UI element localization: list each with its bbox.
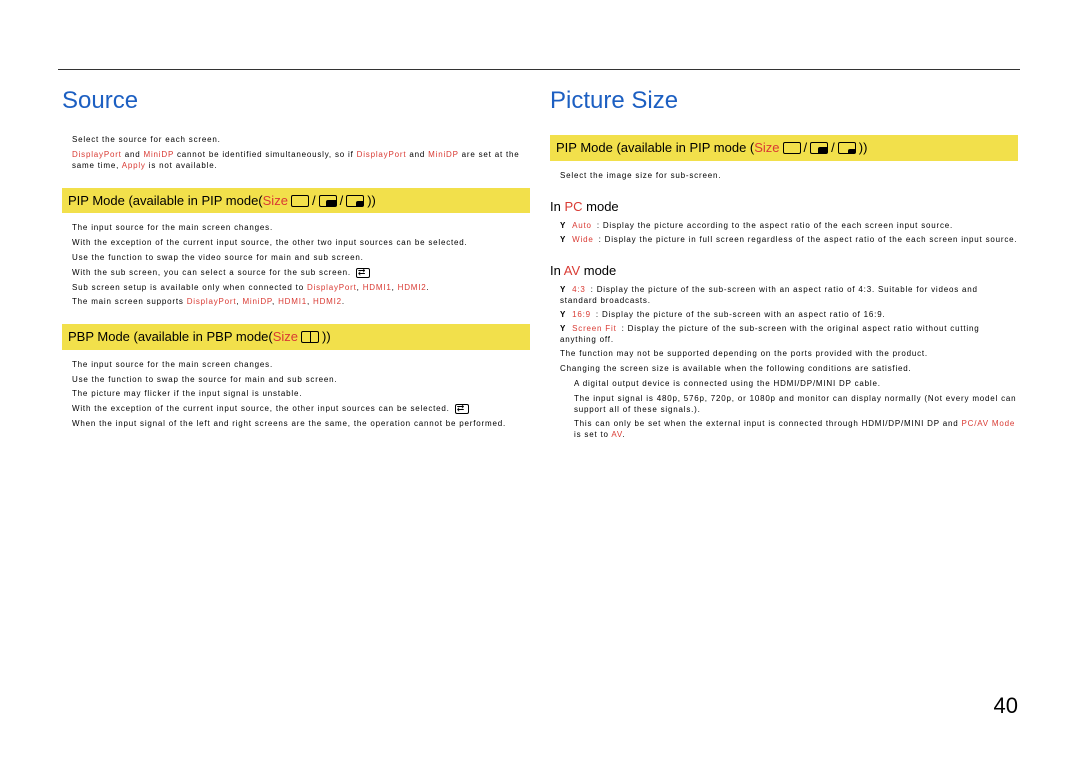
hl-displayport: DisplayPort bbox=[72, 150, 122, 159]
size-small-icon bbox=[838, 142, 856, 154]
av-mode-list: 4:3: Display the picture of the sub-scre… bbox=[560, 285, 1018, 345]
pip-note-3: Use the function to swap the video sourc… bbox=[72, 253, 530, 264]
av-note-4: The input signal is 480p, 576p, 720p, or… bbox=[574, 394, 1018, 416]
size-large-icon bbox=[291, 195, 309, 207]
pip-size-heading: PIP Mode (available in PIP mode ( Size /… bbox=[550, 135, 1018, 161]
pbp-mode-heading: PBP Mode (available in PBP mode( Size )) bbox=[62, 324, 530, 350]
pc-mode-list: Auto: Display the picture according to t… bbox=[560, 221, 1018, 246]
pbp-note-4: With the exception of the current input … bbox=[72, 404, 530, 415]
size-medium-icon bbox=[810, 142, 828, 154]
right-column: Picture Size PIP Mode (available in PIP … bbox=[550, 55, 1018, 445]
hl-displayport-2: DisplayPort bbox=[357, 150, 407, 159]
list-item: Wide: Display the picture in full screen… bbox=[560, 235, 1018, 246]
page-number: 40 bbox=[994, 691, 1018, 721]
pip-note-6: The main screen supports DisplayPort, Mi… bbox=[72, 297, 530, 308]
hl-apply: Apply bbox=[122, 161, 146, 170]
av-note-5: This can only be set when the external i… bbox=[574, 419, 1018, 441]
section-title-source: Source bbox=[62, 85, 530, 117]
in-pc-mode-heading: In PC mode bbox=[550, 198, 1018, 216]
pip-note-1: The input source for the main screen cha… bbox=[72, 223, 530, 234]
hl-minidp-2: MiniDP bbox=[428, 150, 458, 159]
list-item: 4:3: Display the picture of the sub-scre… bbox=[560, 285, 1018, 307]
pip-mode-heading: PIP Mode (available in PIP mode( Size / … bbox=[62, 188, 530, 214]
list-item: Auto: Display the picture according to t… bbox=[560, 221, 1018, 232]
manual-page: Source Select the source for each screen… bbox=[0, 0, 1080, 763]
section-title-picture-size: Picture Size bbox=[550, 85, 1018, 117]
pbp-note-2: Use the function to swap the source for … bbox=[72, 375, 530, 386]
av-note-1: The function may not be supported depend… bbox=[560, 349, 1018, 360]
list-item: Screen Fit: Display the picture of the s… bbox=[560, 324, 1018, 346]
in-av-mode-heading: In AV mode bbox=[550, 262, 1018, 280]
top-rule bbox=[58, 69, 1020, 70]
av-note-2: Changing the screen size is available wh… bbox=[560, 364, 1018, 375]
source-intro-2: DisplayPort and MiniDP cannot be identif… bbox=[72, 150, 530, 172]
size-large-icon bbox=[783, 142, 801, 154]
pip-note-4: With the sub screen, you can select a so… bbox=[72, 268, 530, 279]
swap-icon bbox=[356, 268, 370, 278]
list-item: 16:9: Display the picture of the sub-scr… bbox=[560, 310, 1018, 321]
pbp-note-1: The input source for the main screen cha… bbox=[72, 360, 530, 371]
size-pbp-icon bbox=[301, 331, 319, 343]
pip-note-2: With the exception of the current input … bbox=[72, 238, 530, 249]
left-column: Source Select the source for each screen… bbox=[62, 55, 530, 445]
hl-minidp: MiniDP bbox=[144, 150, 174, 159]
av-note-3: A digital output device is connected usi… bbox=[574, 379, 1018, 390]
pbp-note-3: The picture may flicker if the input sig… bbox=[72, 389, 530, 400]
source-intro-1: Select the source for each screen. bbox=[72, 135, 530, 146]
size-small-icon bbox=[346, 195, 364, 207]
picture-size-lead: Select the image size for sub-screen. bbox=[560, 171, 1018, 182]
swap-icon-2 bbox=[455, 404, 469, 414]
pbp-note-5: When the input signal of the left and ri… bbox=[72, 419, 530, 430]
two-column-layout: Source Select the source for each screen… bbox=[62, 55, 1018, 445]
pip-note-5: Sub screen setup is available only when … bbox=[72, 283, 530, 294]
size-medium-icon bbox=[319, 195, 337, 207]
